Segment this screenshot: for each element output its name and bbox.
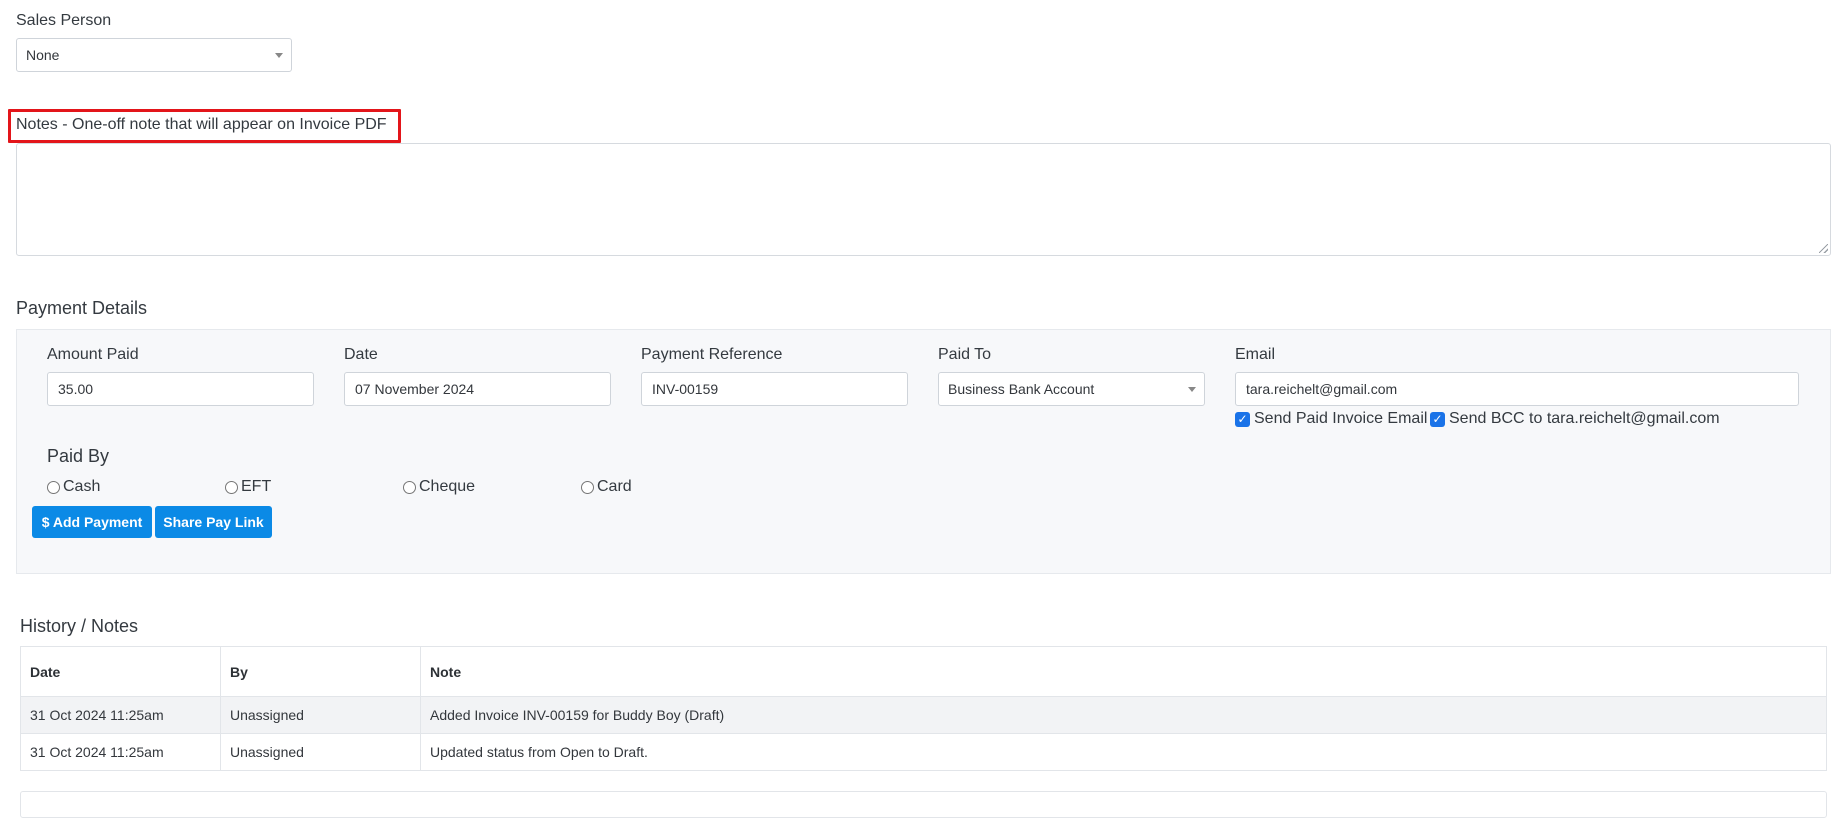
history-date-cell: 31 Oct 2024 11:25am [20,733,221,771]
amount-paid-input[interactable]: 35.00 [47,372,314,406]
notes-textarea[interactable] [16,143,1831,256]
add-history-note-box[interactable] [20,791,1827,818]
notes-label: Notes - One-off note that will appear on… [16,116,387,133]
paid-to-value: Business Bank Account [948,381,1095,397]
radio-icon [225,480,238,494]
sales-person-value: None [26,47,60,63]
email-input[interactable]: tara.reichelt@gmail.com [1235,372,1799,406]
date-input[interactable]: 07 November 2024 [344,372,611,406]
radio-icon [581,480,594,494]
table-row: 31 Oct 2024 11:25am Unassigned Updated s… [20,733,1827,771]
payment-details-title: Payment Details [16,298,148,318]
paid-by-cash-label: Cash [63,478,101,495]
checkmark-icon: ✓ [1235,411,1250,427]
sales-person-label: Sales Person [16,12,112,29]
send-bcc-checkbox[interactable]: ✓ Send BCC to tara.reichelt@gmail.com [1430,410,1720,428]
checkmark-icon: ✓ [1430,411,1445,427]
paid-by-card-label: Card [597,478,632,495]
paid-by-eft-radio[interactable]: EFT [225,478,271,496]
history-title: History / Notes [20,616,139,636]
paid-by-label: Paid By [47,446,110,466]
paid-to-label: Paid To [938,346,992,363]
sales-person-select[interactable]: None [16,38,292,72]
history-by-cell: Unassigned [220,696,421,734]
amount-paid-label: Amount Paid [47,346,139,363]
send-paid-invoice-email-label: Send Paid Invoice Email [1254,410,1428,427]
column-header-by: By [220,646,421,697]
history-date-cell: 31 Oct 2024 11:25am [20,696,221,734]
column-header-date: Date [20,646,221,697]
paid-by-eft-label: EFT [241,478,272,495]
send-bcc-label: Send BCC to tara.reichelt@gmail.com [1449,410,1720,427]
paid-by-card-radio[interactable]: Card [581,478,632,496]
paid-by-cheque-radio[interactable]: Cheque [403,478,475,496]
amount-paid-value: 35.00 [58,381,94,397]
resize-grip-icon[interactable] [1819,244,1828,253]
paid-by-cash-radio[interactable]: Cash [47,478,100,496]
paid-to-select[interactable]: Business Bank Account [938,372,1205,406]
radio-icon [403,480,416,494]
table-row: 31 Oct 2024 11:25am Unassigned Added Inv… [20,696,1827,734]
paid-by-cheque-label: Cheque [419,478,476,495]
history-note-cell: Updated status from Open to Draft. [420,733,1827,771]
share-pay-link-button[interactable]: Share Pay Link [155,506,272,538]
chevron-down-icon [275,53,283,58]
email-label: Email [1235,346,1276,363]
history-note-cell: Added Invoice INV-00159 for Buddy Boy (D… [420,696,1827,734]
payment-reference-value: INV-00159 [652,381,719,397]
history-by-cell: Unassigned [220,733,421,771]
payment-details-panel [16,329,1831,574]
send-paid-invoice-email-checkbox[interactable]: ✓ Send Paid Invoice Email [1235,410,1427,428]
payment-reference-input[interactable]: INV-00159 [641,372,908,406]
date-value: 07 November 2024 [355,381,475,397]
radio-icon [47,480,60,494]
email-value: tara.reichelt@gmail.com [1246,381,1398,397]
chevron-down-icon [1188,387,1196,392]
history-table: Date By Note 31 Oct 2024 11:25am Unassig… [20,646,1827,771]
payment-reference-label: Payment Reference [641,346,783,363]
column-header-note: Note [420,646,1827,697]
date-label: Date [344,346,378,363]
history-header-row: Date By Note [20,646,1827,697]
add-payment-button[interactable]: $ Add Payment [32,506,152,538]
